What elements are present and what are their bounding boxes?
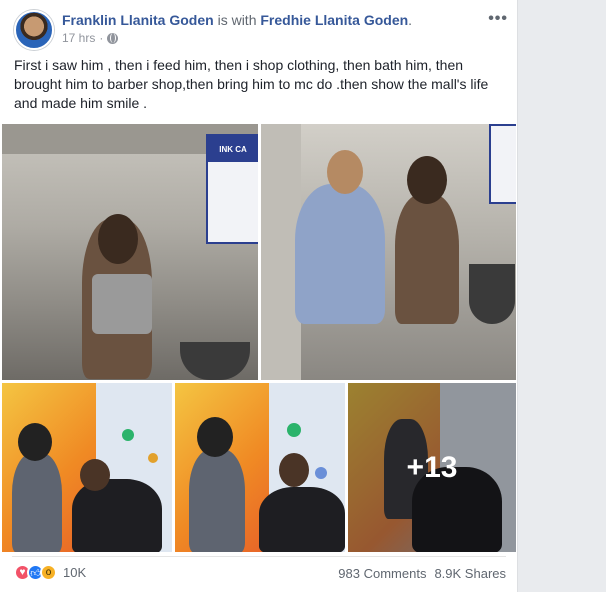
- shop-sign-text: INK CA: [208, 136, 258, 162]
- post-body-text: First i saw him , then i feed him, then …: [14, 57, 489, 111]
- photo-2[interactable]: [261, 124, 516, 380]
- author-avatar[interactable]: [14, 10, 54, 50]
- photo-1[interactable]: INK CA: [2, 124, 258, 380]
- comments-count-link[interactable]: 983 Comments: [338, 566, 426, 581]
- man-in-shirt-head: [327, 150, 363, 194]
- post-footer: ♥ 👍︎ o 10K 983 Comments 8.9K Shares: [12, 556, 506, 588]
- shares-count-link[interactable]: 8.9K Shares: [434, 566, 506, 581]
- barber-figure: [12, 453, 62, 552]
- shop-sign: [489, 124, 516, 204]
- customer-cape: [72, 479, 162, 552]
- post-card: Franklin Llanita Goden is with Fredhie L…: [0, 0, 518, 592]
- barber-head: [18, 423, 52, 461]
- second-man-figure: [395, 194, 459, 324]
- photo-4[interactable]: [175, 383, 345, 552]
- globe-icon[interactable]: [107, 32, 119, 44]
- tagged-user-link[interactable]: Fredhie Llanita Goden: [260, 12, 408, 28]
- meta-separator: ·: [99, 31, 104, 45]
- engagement-stats: 983 Comments 8.9K Shares: [338, 566, 506, 581]
- photo-3[interactable]: [2, 383, 172, 552]
- customer-head: [279, 453, 309, 487]
- with-text: is with: [217, 12, 257, 28]
- reaction-count[interactable]: 10K: [63, 565, 86, 580]
- reactions-summary[interactable]: ♥ 👍︎ o 10K: [14, 564, 86, 581]
- wow-reaction-icon: o: [40, 564, 57, 581]
- shop-sign: INK CA: [206, 134, 258, 244]
- bucket: [180, 342, 250, 380]
- second-man-head: [407, 156, 447, 204]
- more-photos-overlay[interactable]: +13: [348, 383, 516, 552]
- post-header: Franklin Llanita Goden is with Fredhie L…: [14, 8, 510, 50]
- author-name-link[interactable]: Franklin Llanita Goden: [62, 12, 214, 28]
- photo-5[interactable]: +13: [348, 383, 516, 552]
- bucket: [469, 264, 515, 324]
- barber-head: [197, 417, 233, 457]
- post-timestamp[interactable]: 17 hrs: [62, 31, 95, 45]
- more-photos-count: +13: [406, 450, 458, 484]
- customer-cape: [259, 487, 345, 552]
- barber-figure: [189, 449, 245, 552]
- customer-head: [80, 459, 110, 491]
- author-line: Franklin Llanita Goden is with Fredhie L…: [62, 11, 412, 29]
- man-in-shirt-figure: [295, 184, 385, 324]
- man-head: [98, 214, 138, 264]
- tagged-suffix: .: [408, 12, 413, 28]
- post-meta: 17 hrs ·: [62, 31, 119, 45]
- more-options-button[interactable]: •••: [488, 10, 508, 28]
